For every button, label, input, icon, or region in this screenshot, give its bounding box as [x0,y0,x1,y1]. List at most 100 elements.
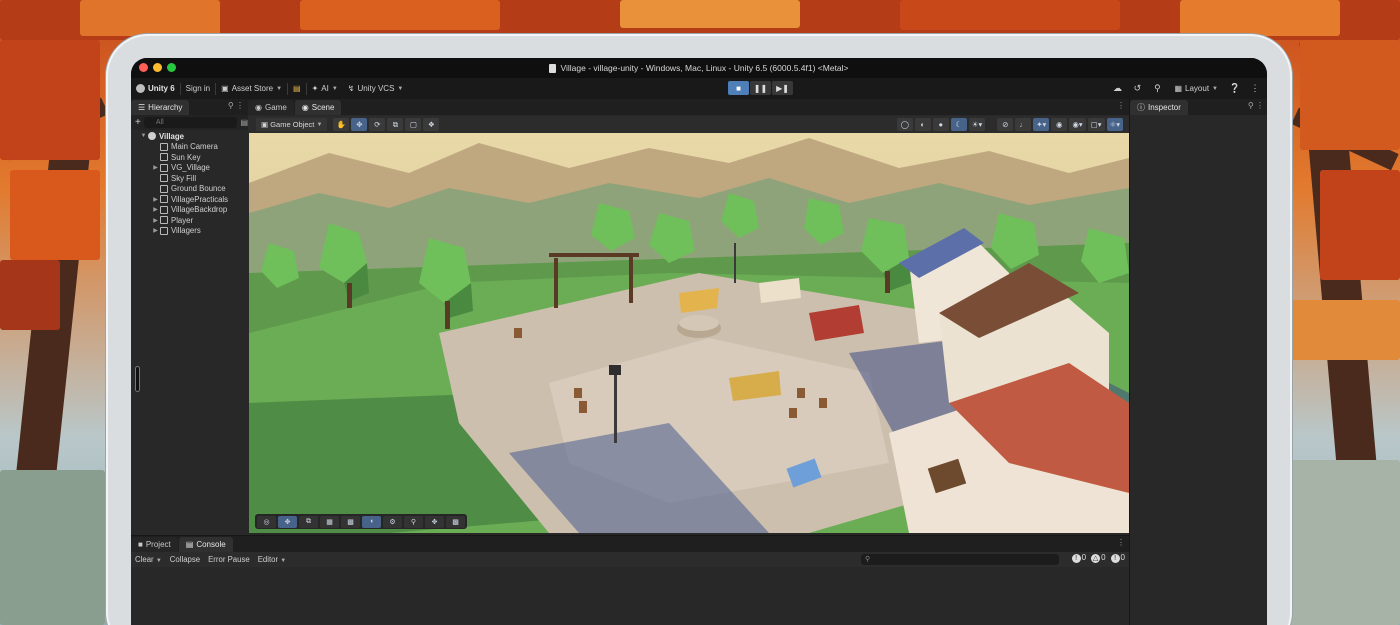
tree-item[interactable]: ▶ Villagers [131,226,248,237]
rotate-tool-button[interactable]: ⟳ [369,118,386,131]
globe-icon[interactable]: ⚛▾ [1106,118,1123,131]
layout-label: Layout [1185,84,1210,93]
scale-tool-button[interactable]: ⧉ [387,118,404,131]
visibility-icon[interactable]: ◉ [1051,118,1068,131]
tree-item[interactable]: ▶ VG_Village [131,163,248,174]
clear-dropdown[interactable]: Clear ▼ [131,555,166,564]
chevron-right-icon[interactable]: ▶ [151,164,160,171]
help-icon[interactable]: ❔ [1227,83,1243,94]
step-button[interactable]: ▶❚ [772,81,793,95]
chevron-right-icon[interactable]: ▶ [151,217,160,224]
tree-item[interactable]: ▶ VillagePracticals [131,194,248,205]
hierarchy-search-bar: + All ▤ [131,115,248,130]
zoom-icon[interactable]: ⚲ [404,515,423,528]
cloud-icon[interactable]: ☁ [1109,83,1125,94]
audio-icon[interactable]: ♩ [1015,118,1032,131]
editor-dropdown[interactable]: Editor ▼ [254,555,291,564]
warning-icon: △ [1091,554,1101,563]
hierarchy-search-input[interactable]: All [143,117,238,128]
grid-snap-icon[interactable]: ▩ [341,515,360,528]
transform-tool-button[interactable]: ❖ [423,118,440,131]
tree-item[interactable]: Sky Fill [131,173,248,184]
history-icon[interactable]: ↺ [1129,83,1145,94]
gizmos-icon[interactable]: ▢▾ [1087,118,1105,131]
chevron-right-icon[interactable]: ▶ [151,206,160,213]
tab-inspector[interactable]: ⓘ Inspector [1130,100,1188,115]
list-icon: ☰ [138,103,146,112]
wireframe-icon[interactable]: ◯ [896,118,913,131]
tree-item[interactable]: ▶ Player [131,215,248,226]
bag-icon: ▣ [221,84,229,93]
lighting-icon[interactable]: ☾ [950,118,967,131]
pause-button[interactable]: ❚❚ [750,81,771,95]
unity-version-button[interactable]: Unity 6 [131,84,180,93]
gameobject-icon [160,153,168,162]
more-options-icon[interactable]: ⋮ [1117,101,1125,110]
collapse-toggle[interactable]: Collapse [166,555,204,564]
tab-console[interactable]: ▤ Console [178,537,233,552]
error-count-toggle[interactable]: ! 0 [1110,553,1125,563]
chevron-down-icon[interactable]: ▼ [139,133,148,139]
info-count-toggle[interactable]: ! 0 [1071,553,1086,563]
asset-store-dropdown[interactable]: ▣ Asset Store ▼ [216,84,287,93]
grid-icon[interactable]: ▦ [320,515,339,528]
camera-overlay-icon[interactable]: ▩ [446,515,465,528]
shaded-icon[interactable]: ● [932,118,949,131]
add-icon[interactable]: + [135,117,141,128]
search-icon[interactable]: ⚲ [1149,83,1165,94]
vcs-dropdown[interactable]: ↯ Unity VCS ▼ [343,84,409,93]
rect-tool-button[interactable]: ▢ [405,118,422,131]
tree-item[interactable]: Ground Bounce [131,184,248,195]
shaded-wire-icon[interactable]: ◐ [914,118,931,131]
more-options-icon[interactable]: ⋮ [1247,83,1263,94]
warning-count: 0 [1101,553,1106,562]
pan-icon[interactable]: ✥ [425,515,444,528]
play-button[interactable]: ■ [728,81,749,95]
filter-icon[interactable]: ▤ [240,118,248,127]
tree-item[interactable]: ▶ VillageBackdrop [131,205,248,216]
lock-icon[interactable]: ⚲ ⋮ [1248,101,1264,110]
warning-count-toggle[interactable]: △ 0 [1091,553,1106,563]
tab-project[interactable]: ■ Project [131,537,178,552]
search-icon: ⚲ [865,556,871,563]
info-icon: ⓘ [1137,103,1145,112]
layout-dropdown[interactable]: ▦ Layout ▼ [1169,84,1223,93]
tree-item[interactable]: Sun Key [131,152,248,163]
resize-handle[interactable] [135,366,140,392]
effects-icon[interactable]: ☀▾ [968,118,986,131]
package-button[interactable]: ▤ [288,84,306,93]
tree-item[interactable]: Main Camera [131,142,248,153]
maximize-window-button[interactable] [167,63,176,72]
view-tool-icon[interactable]: ◎ [257,515,276,528]
minimize-window-button[interactable] [153,63,162,72]
console-search-input[interactable]: ⚲ [861,554,1059,565]
hand-tool-button[interactable]: ✋ [333,118,350,131]
tab-hierarchy[interactable]: ☰ Hierarchy [131,100,190,115]
move-tool-button[interactable]: ✥ [351,118,368,131]
branch-icon: ↯ [347,84,355,93]
chevron-down-icon: ▼ [280,558,287,564]
snap-icon[interactable]: ⧉ [299,515,318,528]
chevron-right-icon[interactable]: ▶ [151,227,160,234]
tree-item-village[interactable]: ▼ Village [131,131,248,142]
tree-item-label: Village [159,131,184,141]
cube-icon: ▣ [261,120,269,129]
sphere-icon[interactable]: ◖ [362,515,381,528]
sign-in-button[interactable]: Sign in [181,84,215,93]
move-icon[interactable]: ✥ [278,515,297,528]
camera-icon[interactable]: ◉▾ [1069,118,1086,131]
tab-game[interactable]: ◉ Game [248,100,294,115]
ai-dropdown[interactable]: ✦ AI ▼ [307,84,343,93]
chevron-right-icon[interactable]: ▶ [151,196,160,203]
close-window-button[interactable] [139,63,148,72]
fx-icon[interactable]: ✦▾ [1033,118,1050,131]
game-object-dropdown[interactable]: ▣ Game Object ▼ [256,118,328,131]
rotate-snap-icon[interactable]: ⚙ [383,515,402,528]
scene-viewport[interactable]: ◎ ✥ ⧉ ▦ ▩ ◖ ⚙ ⚲ ✥ ▩ [249,133,1129,533]
more-options-icon[interactable]: ⋮ [1117,538,1125,547]
tab-scene[interactable]: ◉ Scene [294,100,342,115]
lock-icon[interactable]: ⚲ ⋮ [228,101,244,110]
hide-icon[interactable]: ⊘ [997,118,1014,131]
error-pause-toggle[interactable]: Error Pause [204,555,254,564]
unity-logo-icon [136,84,145,93]
